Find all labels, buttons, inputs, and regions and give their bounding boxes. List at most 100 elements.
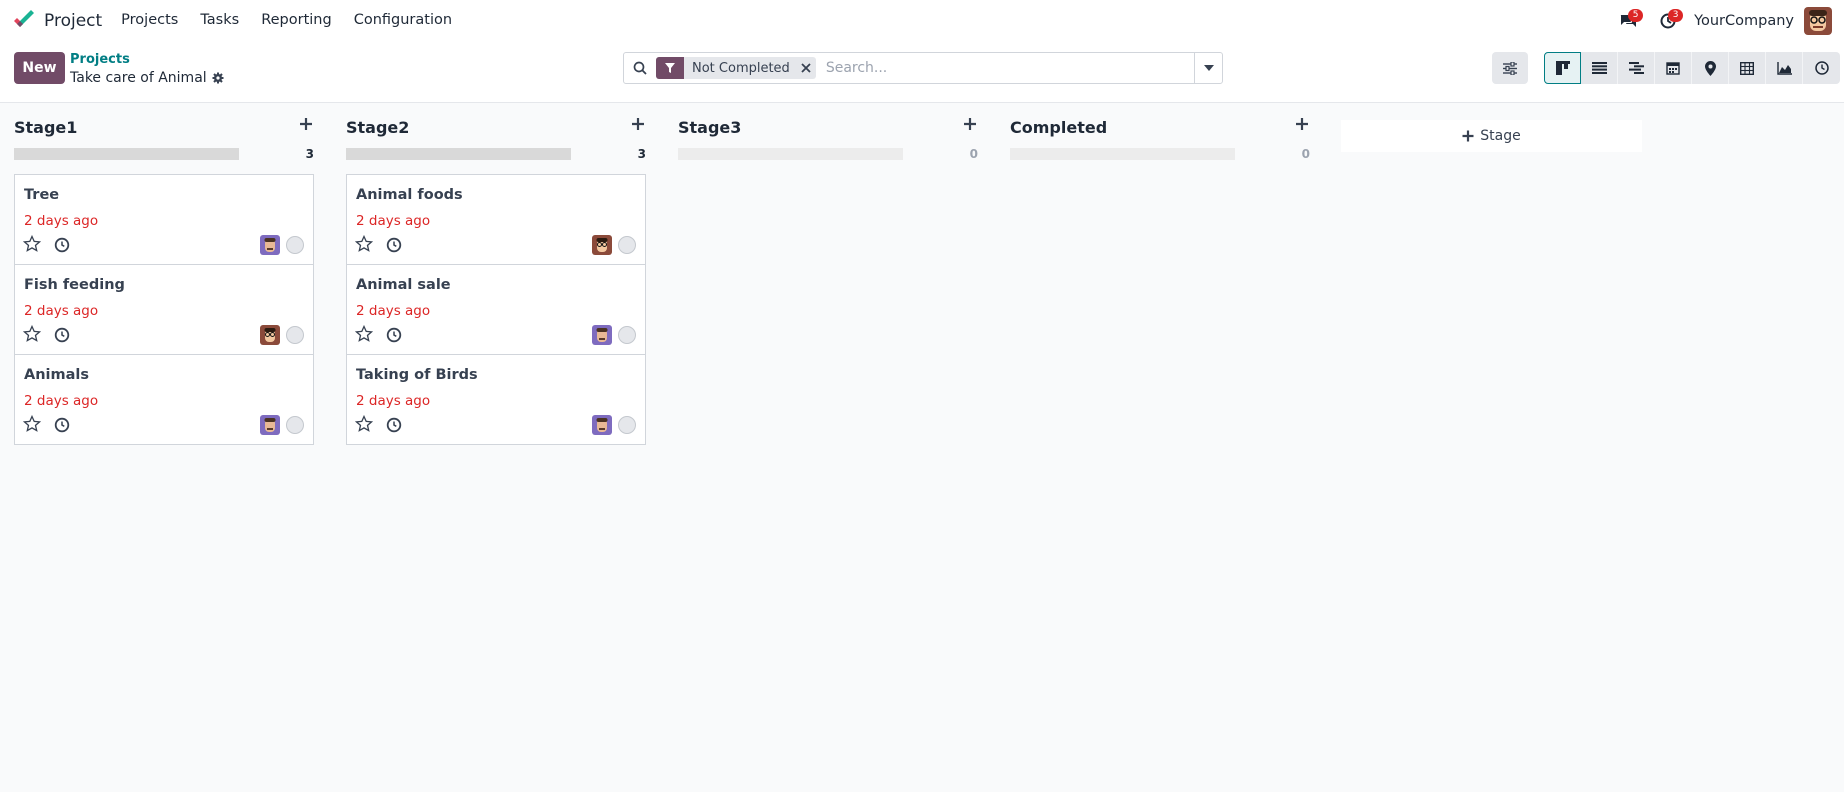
activities-badge: 3 [1668,9,1684,22]
breadcrumb-projects-link[interactable]: Projects [70,52,224,68]
add-stage-button[interactable]: Stage [1341,120,1642,152]
plus-icon[interactable] [630,116,646,132]
list-icon [1591,62,1607,74]
clock-icon[interactable] [386,417,402,433]
column-progress-bar[interactable] [678,148,903,160]
table-icon [1740,61,1754,75]
plus-icon[interactable] [298,116,314,132]
avatar-icon [592,415,612,435]
plus-icon[interactable] [1294,116,1310,132]
calendar-icon [1666,62,1680,75]
menu-tasks[interactable]: Tasks [189,0,250,41]
card-list: Tree 2 days ago Fish feeding 2 days ago [14,174,314,445]
map-pin-icon [1704,60,1716,76]
column-title[interactable]: Stage3 [678,118,741,137]
config-button[interactable] [1492,52,1528,84]
user-avatar[interactable] [1804,6,1832,35]
star-icon[interactable] [23,235,41,253]
gantt-view-button[interactable] [1618,52,1655,84]
column-title[interactable]: Completed [1010,118,1107,137]
kanban-state-toggle[interactable] [286,416,304,434]
star-icon[interactable] [355,415,373,433]
messages-button[interactable]: 5 [1608,0,1648,41]
assignee-avatar[interactable] [592,325,612,345]
app-name: Project [44,10,103,31]
plus-icon[interactable] [962,116,978,132]
task-card[interactable]: Fish feeding 2 days ago [15,265,313,355]
assignee-avatar[interactable] [592,415,612,435]
assignee-avatar[interactable] [260,325,280,345]
column-progress-bar[interactable] [346,148,571,160]
star-icon[interactable] [355,235,373,253]
gear-icon[interactable] [212,72,224,84]
kanban-state-toggle[interactable] [286,326,304,344]
task-title: Animal foods [356,187,463,203]
search-bar: Not Completed [623,52,1223,84]
area-chart-icon [1776,61,1792,75]
company-switcher[interactable]: YourCompany [1688,13,1804,29]
avatar-icon [260,235,280,255]
clock-icon[interactable] [54,417,70,433]
filter-icon [665,63,675,73]
search-input[interactable] [821,54,1194,82]
activities-button[interactable]: 3 [1648,0,1688,41]
kanban-state-toggle[interactable] [618,236,636,254]
clock-icon[interactable] [386,237,402,253]
clock-icon[interactable] [54,237,70,253]
close-icon [801,63,811,73]
map-view-button[interactable] [1692,52,1729,84]
kanban-state-toggle[interactable] [286,236,304,254]
pivot-view-button[interactable] [1729,52,1766,84]
kanban-column-completed: Completed 0 [1010,104,1310,160]
column-title[interactable]: Stage1 [14,118,77,137]
kanban-state-toggle[interactable] [618,416,636,434]
search-options-toggle[interactable] [1194,53,1222,83]
app-brand[interactable]: Project [12,0,102,41]
clock-icon [1814,61,1829,75]
task-deadline: 2 days ago [24,213,99,229]
menu-reporting[interactable]: Reporting [250,0,343,41]
task-card[interactable]: Tree 2 days ago [15,175,313,265]
facet-label: Not Completed [692,60,790,76]
menu-configuration[interactable]: Configuration [343,0,463,41]
column-count: 3 [305,147,314,161]
assignee-avatar[interactable] [592,235,612,255]
kanban-view-button[interactable] [1544,52,1581,84]
star-icon[interactable] [23,325,41,343]
star-icon[interactable] [23,415,41,433]
column-progress-bar[interactable] [14,148,239,160]
column-title[interactable]: Stage2 [346,118,409,137]
assignee-avatar[interactable] [260,415,280,435]
clock-icon[interactable] [54,327,70,343]
menu-projects[interactable]: Projects [110,0,189,41]
activity-view-button[interactable] [1803,52,1840,84]
search-icon-wrap [624,61,656,75]
clock-icon[interactable] [386,327,402,343]
list-view-button[interactable] [1581,52,1618,84]
task-card[interactable]: Animal foods 2 days ago [347,175,645,265]
task-card[interactable]: Animal sale 2 days ago [347,265,645,355]
column-progress-bar[interactable] [1010,148,1235,160]
facet-remove-button[interactable] [796,63,816,73]
task-title: Tree [24,187,60,203]
star-icon[interactable] [355,325,373,343]
plus-icon [1462,130,1474,142]
avatar-icon [592,235,612,255]
new-button[interactable]: New [14,52,65,84]
messages-badge: 5 [1628,9,1644,22]
filter-facet: Not Completed [656,57,816,79]
calendar-view-button[interactable] [1655,52,1692,84]
task-card[interactable]: Taking of Birds 2 days ago [347,355,645,444]
column-header: Stage1 3 [14,104,314,160]
task-card[interactable]: Animals 2 days ago [15,355,313,444]
caret-down-icon [1203,65,1214,71]
graph-view-button[interactable] [1766,52,1803,84]
assignee-avatar[interactable] [260,235,280,255]
kanban-column-stage3: Stage3 0 [678,104,978,160]
facet-filter-box [656,57,684,79]
column-count: 0 [969,147,978,161]
kanban-state-toggle[interactable] [618,326,636,344]
add-stage-label: Stage [1480,128,1521,144]
column-count: 0 [1301,147,1310,161]
systray: 5 3 YourCompany [1608,0,1844,41]
